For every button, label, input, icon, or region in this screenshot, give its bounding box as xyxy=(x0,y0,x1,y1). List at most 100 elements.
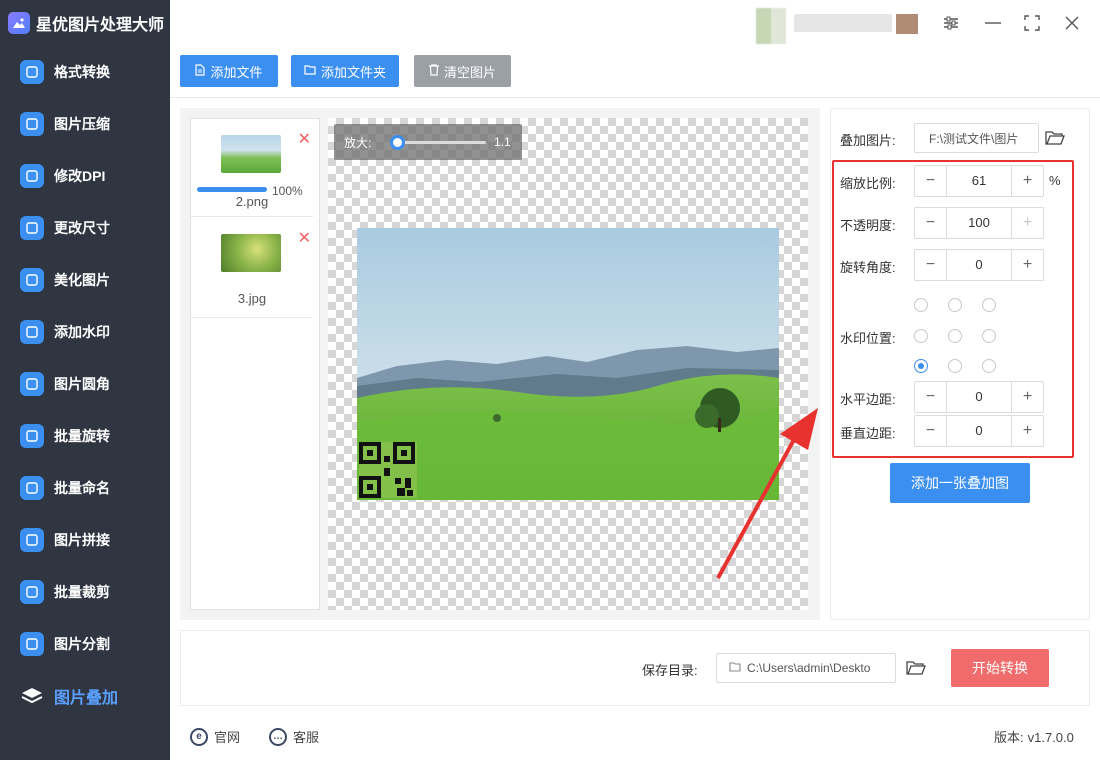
website-link[interactable]: e 官网 xyxy=(190,727,240,746)
position-top-center-radio[interactable] xyxy=(948,298,962,312)
sidebar-item[interactable]: 批量旋转 xyxy=(0,410,170,462)
position-bottom-center-radio[interactable] xyxy=(948,359,962,373)
rotation-label: 旋转角度: xyxy=(840,260,896,275)
format-convert-icon xyxy=(20,60,44,84)
minimize-icon[interactable] xyxy=(982,12,1004,34)
settings-sliders-icon[interactable] xyxy=(940,12,962,34)
position-middle-right-radio[interactable] xyxy=(982,329,996,343)
avatar[interactable] xyxy=(756,8,786,44)
browse-folder-icon[interactable] xyxy=(1045,130,1065,146)
sidebar-item[interactable]: 图片叠加 xyxy=(0,670,170,722)
list-item[interactable]: ✕ 3.jpg xyxy=(191,218,313,318)
sidebar-item-label: 图片圆角 xyxy=(54,376,110,392)
support-label: 客服 xyxy=(293,730,320,745)
add-file-button[interactable]: 添加文件 xyxy=(180,55,278,87)
sidebar-item[interactable]: 图片拼接 xyxy=(0,514,170,566)
sidebar-item[interactable]: 图片压缩 xyxy=(0,98,170,150)
position-middle-left-radio[interactable] xyxy=(914,329,928,343)
delete-icon[interactable]: ✕ xyxy=(298,228,311,248)
zoom-slider-thumb[interactable] xyxy=(390,135,405,150)
opacity-value[interactable]: 100 xyxy=(947,208,1011,238)
zoom-slider-track[interactable] xyxy=(398,141,486,144)
add-folder-label: 添加文件夹 xyxy=(320,64,386,80)
thumbnail xyxy=(221,135,281,173)
list-item[interactable]: ✕ 100% 2.png xyxy=(191,119,313,217)
position-label: 水印位置: xyxy=(840,331,896,346)
version-info: 版本: v1.7.0.0 xyxy=(994,727,1074,746)
scale-decrease-button[interactable]: − xyxy=(915,166,947,196)
rotation-increase-button[interactable]: + xyxy=(1011,250,1043,280)
resize-icon xyxy=(20,216,44,240)
sidebar-item[interactable]: 更改尺寸 xyxy=(0,202,170,254)
h-margin-decrease-button[interactable]: − xyxy=(915,382,947,412)
scale-increase-button[interactable]: + xyxy=(1011,166,1043,196)
thumbnail xyxy=(221,234,281,272)
clear-images-button[interactable]: 清空图片 xyxy=(414,55,511,87)
scale-label: 缩放比例: xyxy=(840,176,896,191)
v-margin-stepper[interactable]: − 0 + xyxy=(914,415,1044,447)
sidebar-item[interactable]: 图片分割 xyxy=(0,618,170,670)
save-dir-field[interactable]: C:\Users\admin\Deskto xyxy=(716,653,896,683)
app-logo-icon xyxy=(8,12,30,34)
rotation-stepper[interactable]: − 0 + xyxy=(914,249,1044,281)
sidebar-item-label: 图片叠加 xyxy=(54,690,119,707)
sidebar-item-label: 批量命名 xyxy=(54,480,110,496)
file-name: 2.png xyxy=(235,194,269,209)
opacity-decrease-button[interactable]: − xyxy=(915,208,947,238)
qr-code-overlay xyxy=(359,442,417,498)
browse-save-folder-icon[interactable] xyxy=(906,660,926,676)
folder-icon xyxy=(304,64,316,78)
position-top-right-radio[interactable] xyxy=(982,298,996,312)
scale-stepper[interactable]: − 61 + xyxy=(914,165,1044,197)
rotate-icon xyxy=(20,424,44,448)
maximize-icon[interactable] xyxy=(1021,12,1043,34)
sidebar-item[interactable]: 批量命名 xyxy=(0,462,170,514)
add-file-label: 添加文件 xyxy=(210,64,263,80)
start-convert-button[interactable]: 开始转换 xyxy=(951,649,1049,687)
sidebar-item[interactable]: 美化图片 xyxy=(0,254,170,306)
sidebar-item[interactable]: 图片圆角 xyxy=(0,358,170,410)
h-margin-increase-button[interactable]: + xyxy=(1011,382,1043,412)
support-link[interactable]: … 客服 xyxy=(269,727,319,746)
app-title: 星优图片处理大师 xyxy=(36,17,165,34)
crop-icon xyxy=(20,580,44,604)
position-middle-center-radio[interactable] xyxy=(948,329,962,343)
rotation-decrease-button[interactable]: − xyxy=(915,250,947,280)
opacity-label: 不透明度: xyxy=(840,218,896,233)
close-icon[interactable] xyxy=(1061,12,1083,34)
sidebar-item-label: 添加水印 xyxy=(54,324,110,340)
add-overlay-button[interactable]: 添加一张叠加图 xyxy=(890,463,1030,503)
v-margin-decrease-button[interactable]: − xyxy=(915,416,947,446)
opacity-stepper[interactable]: − 100 + xyxy=(914,207,1044,239)
overlay-image-path-field[interactable]: F:\测试文件\图片 xyxy=(914,123,1039,153)
progress-bar xyxy=(197,187,267,192)
website-label: 官网 xyxy=(214,730,241,745)
rotation-value[interactable]: 0 xyxy=(947,250,1011,280)
add-folder-button[interactable]: 添加文件夹 xyxy=(291,55,399,87)
stitch-icon xyxy=(20,528,44,552)
sidebar-item[interactable]: 添加水印 xyxy=(0,306,170,358)
position-bottom-right-radio[interactable] xyxy=(982,359,996,373)
sidebar-item[interactable]: 修改DPI xyxy=(0,150,170,202)
position-bottom-left-radio[interactable] xyxy=(914,359,928,373)
position-top-left-radio[interactable] xyxy=(914,298,928,312)
v-margin-increase-button[interactable]: + xyxy=(1011,416,1043,446)
overlay-icon xyxy=(20,684,44,708)
zoom-value: 1.1 xyxy=(494,135,511,149)
h-margin-value[interactable]: 0 xyxy=(947,382,1011,412)
save-dir-path: C:\Users\admin\Deskto xyxy=(747,661,871,675)
delete-icon[interactable]: ✕ xyxy=(298,129,311,149)
overlay-image-label: 叠加图片: xyxy=(840,133,896,148)
h-margin-stepper[interactable]: − 0 + xyxy=(914,381,1044,413)
rounded-corner-icon xyxy=(20,372,44,396)
sidebar-item[interactable]: 批量裁剪 xyxy=(0,566,170,618)
v-margin-value[interactable]: 0 xyxy=(947,416,1011,446)
username-blurred xyxy=(794,14,892,32)
sidebar-item[interactable]: 格式转换 xyxy=(0,46,170,98)
scale-value[interactable]: 61 xyxy=(947,166,1011,196)
compress-icon xyxy=(20,112,44,136)
v-margin-label: 垂直边距: xyxy=(840,426,896,441)
opacity-increase-button[interactable]: + xyxy=(1011,208,1043,238)
dpi-icon xyxy=(20,164,44,188)
rename-icon xyxy=(20,476,44,500)
